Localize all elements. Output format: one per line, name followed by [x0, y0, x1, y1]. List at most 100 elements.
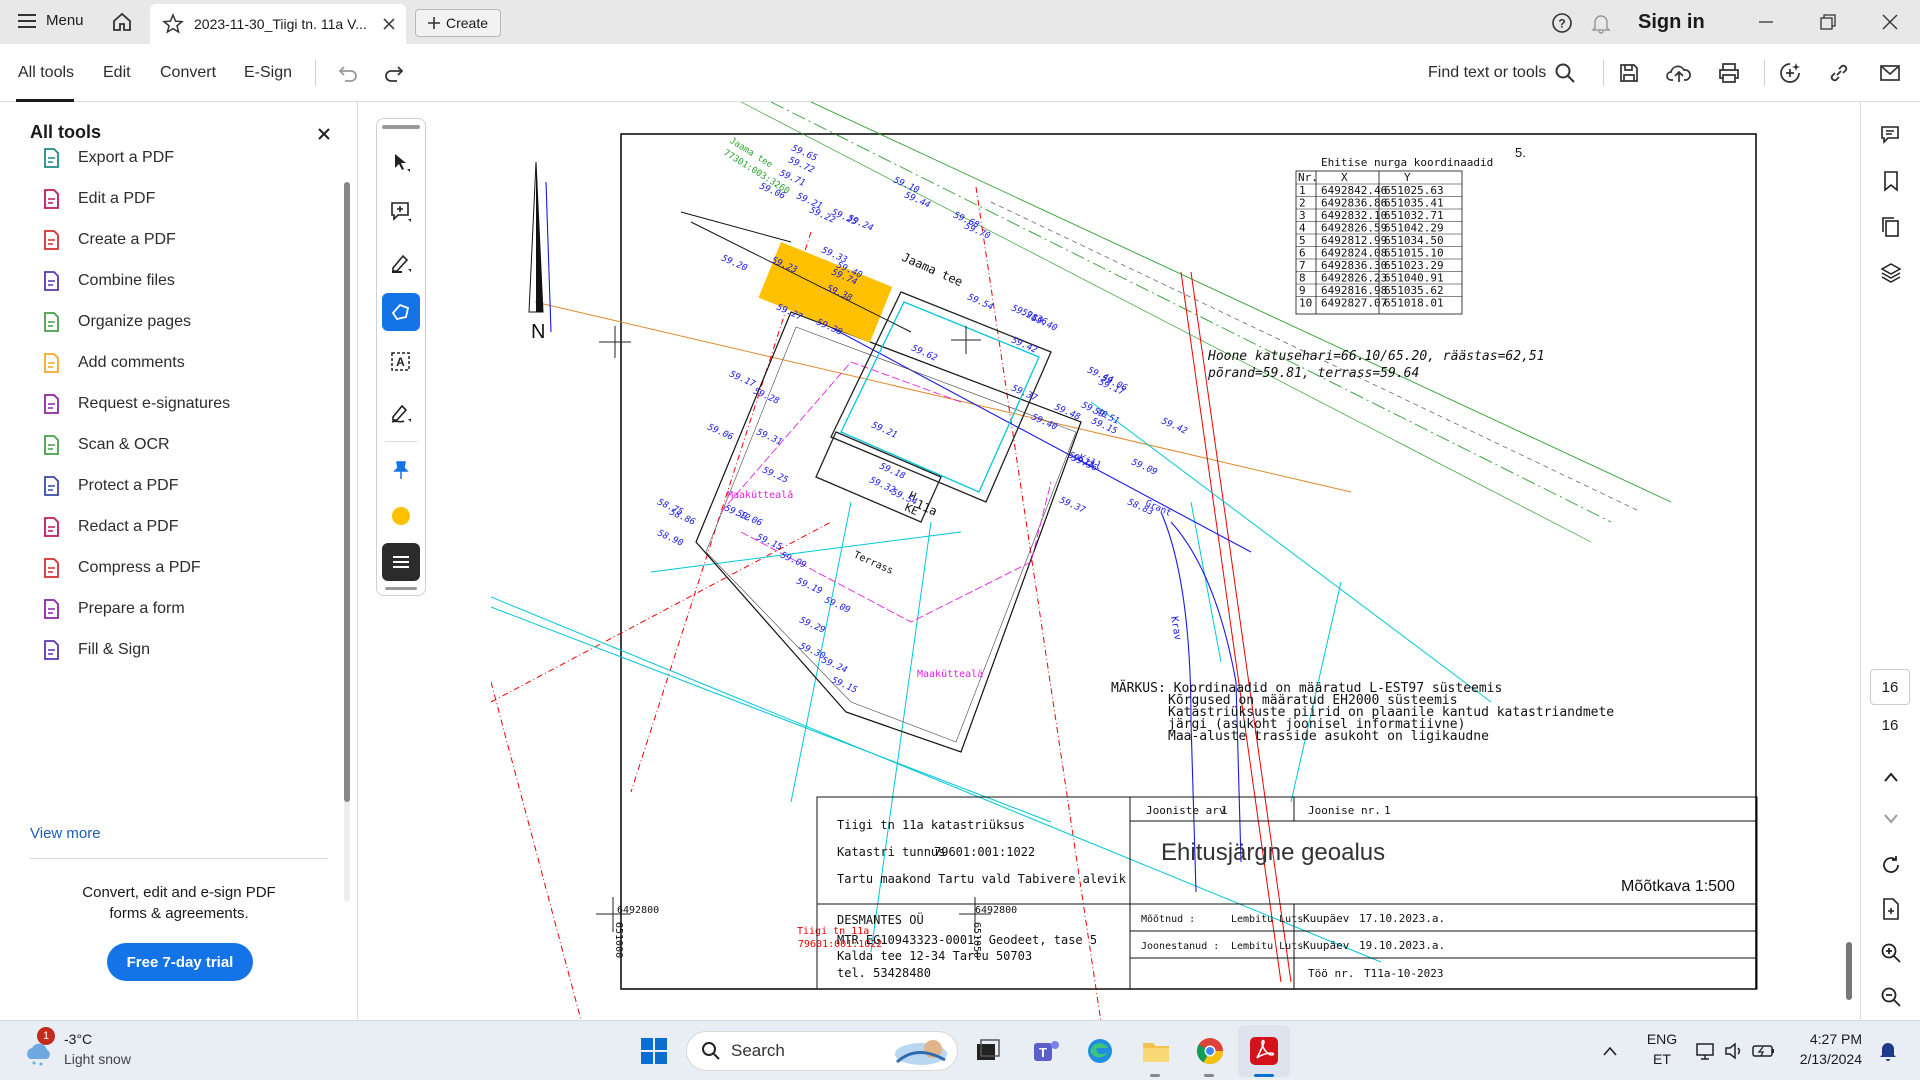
- redo-icon: [385, 66, 404, 82]
- tool-item-scan-ocr[interactable]: Scan & OCR: [40, 427, 170, 463]
- tool-item-prepare-form[interactable]: Prepare a form: [40, 591, 185, 627]
- sign-in-button[interactable]: Sign in: [1638, 11, 1705, 34]
- find-button[interactable]: [1550, 58, 1580, 88]
- ai-assistant-button[interactable]: [1775, 58, 1805, 88]
- panel-scrollbar-track[interactable]: [344, 182, 350, 902]
- elevation-label: 59.15: [830, 676, 859, 696]
- teams-button[interactable]: T: [1028, 1033, 1064, 1069]
- svg-text:T: T: [1039, 1045, 1047, 1060]
- tool-item-protect-pdf[interactable]: Protect a PDF: [40, 468, 178, 504]
- document-viewport[interactable]: N Ehitise nurga koordinaadid Nr. X Y 1 64928…: [491, 102, 1787, 1020]
- create-label: Create: [445, 15, 489, 31]
- drag-handle[interactable]: [385, 587, 417, 590]
- road-lines: [534, 102, 1672, 543]
- tool-item-export-pdf[interactable]: Export a PDF: [40, 140, 174, 176]
- rotate-button[interactable]: [1876, 850, 1906, 880]
- restore-button[interactable]: [1818, 12, 1838, 32]
- pdf-page[interactable]: N Ehitise nurga koordinaadid Nr. X Y 1 64928…: [491, 102, 1787, 1020]
- previous-page-button[interactable]: [1876, 762, 1906, 792]
- zoom-in-button[interactable]: [1876, 938, 1906, 968]
- coord-cell: 651034.50: [1384, 234, 1444, 247]
- tool-item-combine-files[interactable]: Combine files: [40, 263, 175, 299]
- tool-item-edit-pdf[interactable]: Edit a PDF: [40, 181, 155, 217]
- email-button[interactable]: [1875, 58, 1905, 88]
- shape-tool-button[interactable]: [382, 293, 420, 331]
- home-button[interactable]: [111, 11, 133, 33]
- star-icon[interactable]: [162, 13, 184, 35]
- help-button[interactable]: ?: [1551, 12, 1573, 34]
- undo-button[interactable]: [332, 58, 362, 88]
- layers-button[interactable]: [1876, 258, 1906, 288]
- save-button[interactable]: [1614, 58, 1644, 88]
- tool-item-label: Export a PDF: [78, 149, 175, 166]
- close-panel-button[interactable]: [318, 128, 330, 140]
- more-properties-button[interactable]: [382, 543, 420, 581]
- highlight-tool-button[interactable]: [382, 243, 420, 281]
- text-box-tool-button[interactable]: A: [382, 343, 420, 381]
- next-page-button[interactable]: [1876, 804, 1906, 834]
- page-options-button[interactable]: [1876, 894, 1906, 924]
- close-window-button[interactable]: [1880, 12, 1900, 32]
- task-view-button[interactable]: [970, 1033, 1006, 1069]
- bookmarks-button[interactable]: [1876, 166, 1906, 196]
- clock-date[interactable]: 2/13/2024: [1784, 1051, 1862, 1067]
- weather-description: Light snow: [64, 1051, 131, 1067]
- draw-tool-button[interactable]: [382, 393, 420, 431]
- pin-tool-button[interactable]: [382, 451, 420, 489]
- page-number-input[interactable]: 16: [1870, 669, 1910, 705]
- start-button[interactable]: [636, 1033, 672, 1069]
- tool-item-label: Fill & Sign: [78, 641, 151, 658]
- find-label[interactable]: Find text or tools: [1428, 64, 1546, 82]
- notifications-button[interactable]: [1590, 12, 1612, 34]
- upload-button[interactable]: [1664, 58, 1694, 88]
- chrome-button[interactable]: [1192, 1033, 1228, 1069]
- toolbar-divider: [1603, 60, 1604, 86]
- tab-convert[interactable]: Convert: [160, 64, 216, 82]
- color-picker-button[interactable]: [382, 497, 420, 535]
- select-tool-button[interactable]: [382, 143, 420, 181]
- panel-scrollbar-thumb[interactable]: [344, 182, 350, 802]
- battery-button[interactable]: [1746, 1033, 1782, 1069]
- document-tab[interactable]: 2023-11-30_Tiigi tn. 11a V...: [150, 4, 406, 44]
- tool-item-organize-pages[interactable]: Organize pages: [40, 304, 191, 340]
- link-button[interactable]: [1824, 58, 1854, 88]
- minimize-button[interactable]: [1756, 12, 1776, 32]
- free-trial-button[interactable]: Free 7-day trial: [107, 943, 253, 981]
- coord-table-title: Ehitise nurga koordinaadid: [1321, 156, 1493, 169]
- zoom-out-button[interactable]: [1876, 982, 1906, 1012]
- comments-panel-button[interactable]: [1876, 120, 1906, 150]
- tool-item-create-pdf[interactable]: Create a PDF: [40, 222, 176, 258]
- pages-panel-button[interactable]: [1876, 212, 1906, 242]
- roof-note-1: Hoone katusehari=66.10/65.20, räästas=62…: [1207, 349, 1545, 364]
- tab-edit[interactable]: Edit: [103, 64, 131, 82]
- clock-time[interactable]: 4:27 PM: [1790, 1031, 1862, 1047]
- link-icon: [1830, 64, 1848, 82]
- create-button[interactable]: Create: [415, 9, 501, 37]
- taskbar-search[interactable]: Search: [686, 1031, 958, 1071]
- tool-item-fill-sign[interactable]: Fill & Sign: [40, 632, 150, 668]
- comment-tool-button[interactable]: [382, 193, 420, 231]
- edge-button[interactable]: [1082, 1033, 1118, 1069]
- tool-item-redact-pdf[interactable]: Redact a PDF: [40, 509, 178, 545]
- tool-item-add-comments[interactable]: Add comments: [40, 345, 185, 381]
- show-hidden-icons-button[interactable]: [1592, 1033, 1628, 1069]
- view-more-link[interactable]: View more: [30, 825, 101, 842]
- notification-center-button[interactable]: [1870, 1033, 1906, 1069]
- document-scrollbar[interactable]: [1846, 942, 1852, 1000]
- tab-esign[interactable]: E-Sign: [244, 64, 292, 82]
- redo-button[interactable]: [380, 58, 410, 88]
- print-button[interactable]: [1714, 58, 1744, 88]
- language-code[interactable]: ENG: [1644, 1031, 1680, 1047]
- elevation-label: 59.37: [1058, 496, 1087, 516]
- elevation-label: 59.28: [752, 387, 781, 407]
- close-tab-icon[interactable]: [382, 17, 396, 31]
- acrobat-button[interactable]: [1246, 1033, 1282, 1069]
- keyboard-layout[interactable]: ET: [1644, 1051, 1680, 1067]
- file-explorer-button[interactable]: [1138, 1033, 1174, 1069]
- tool-item-request-esign[interactable]: Request e-signatures: [40, 386, 230, 422]
- menu-button[interactable]: Menu: [18, 12, 84, 29]
- drag-handle[interactable]: [382, 125, 420, 129]
- scale-text: Mõõtkava 1:500: [1621, 878, 1735, 895]
- tool-item-compress-pdf[interactable]: Compress a PDF: [40, 550, 201, 586]
- tab-all-tools[interactable]: All tools: [18, 64, 74, 82]
